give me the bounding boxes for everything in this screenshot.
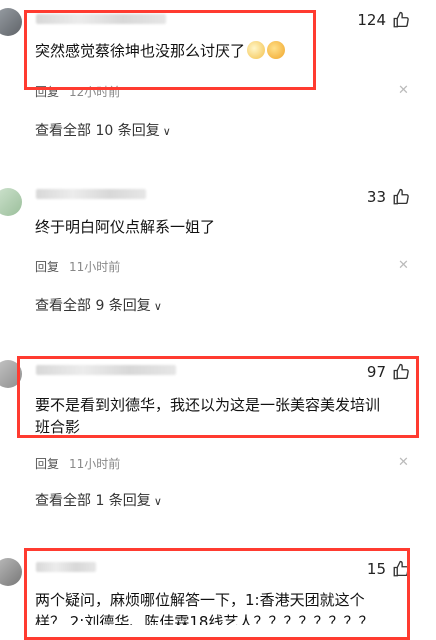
close-icon[interactable]: ✕: [398, 83, 409, 98]
chevron-down-icon: ∨: [162, 125, 171, 138]
highlight-box: [24, 10, 316, 90]
close-icon[interactable]: ✕: [398, 258, 409, 273]
view-replies-button[interactable]: 查看全部 1 条回复 ∨: [35, 490, 162, 510]
view-replies-label: 查看全部 1 条回复: [35, 493, 151, 509]
timestamp: 11小时前: [69, 260, 121, 274]
like-count: 124: [357, 11, 386, 29]
reply-button[interactable]: 回复: [35, 457, 59, 471]
timestamp: 11小时前: [69, 457, 121, 471]
comment-text: 终于明白阿仪点解系一姐了: [35, 218, 216, 236]
chevron-down-icon: ∨: [153, 300, 162, 313]
highlight-box: [24, 548, 410, 640]
avatar[interactable]: [0, 558, 22, 586]
like-count: 33: [366, 188, 386, 206]
reply-button[interactable]: 回复: [35, 260, 59, 274]
view-replies-button[interactable]: 查看全部 9 条回复 ∨: [35, 295, 162, 315]
view-replies-button[interactable]: 查看全部 10 条回复 ∨: [35, 120, 171, 140]
thumbs-up-icon[interactable]: [392, 188, 410, 206]
comment-meta: 回复 11小时前: [35, 258, 120, 275]
highlight-box: [17, 356, 419, 438]
view-replies-label: 查看全部 10 条回复: [35, 123, 160, 139]
avatar[interactable]: [0, 8, 22, 36]
comments-screen: { "comments": [ { "likes": "124", "text"…: [0, 0, 436, 640]
comment-meta: 回复 11小时前: [35, 455, 120, 472]
close-icon[interactable]: ✕: [398, 455, 409, 470]
view-replies-label: 查看全部 9 条回复: [35, 298, 151, 314]
thumbs-up-icon[interactable]: [392, 11, 410, 29]
username: [36, 189, 146, 199]
chevron-down-icon: ∨: [153, 495, 162, 508]
avatar[interactable]: [0, 188, 22, 216]
